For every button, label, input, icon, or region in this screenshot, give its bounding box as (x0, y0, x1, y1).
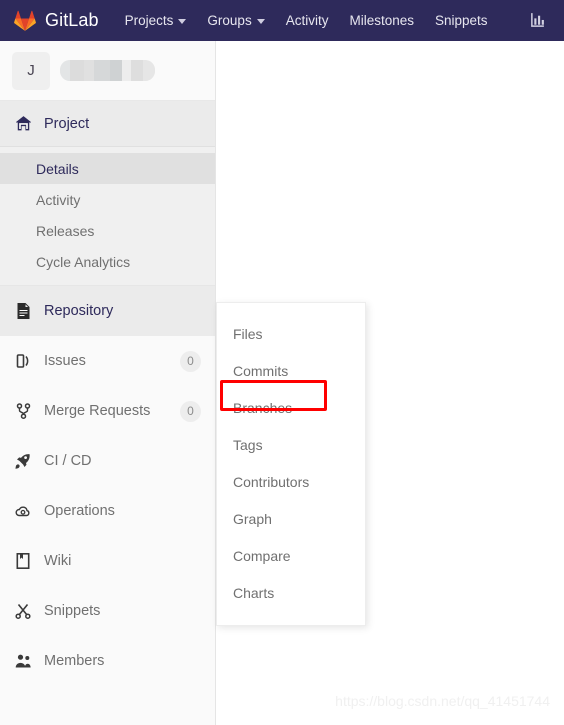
repository-flyout-menu: Files Commits Branches Tags Contributors… (216, 302, 366, 626)
gitlab-tanuki-logo-icon (14, 10, 36, 31)
sidebar-item-repository[interactable]: Repository (0, 286, 215, 336)
project-sidebar: J Project Details Activity Releases Cycl… (0, 41, 216, 725)
nav-link-projects-label: Projects (124, 13, 174, 28)
nav-link-groups-label: Groups (207, 13, 252, 28)
nav-link-projects[interactable]: Projects (125, 13, 187, 28)
issues-count-badge: 0 (180, 350, 201, 372)
project-avatar: J (12, 51, 50, 90)
flyout-item-compare[interactable]: Compare (217, 537, 365, 574)
sidebar-item-ci-cd-label: CI / CD (44, 453, 92, 469)
sidebar-item-wiki-label: Wiki (44, 553, 72, 569)
sidebar-item-members-label: Members (44, 653, 105, 669)
project-name-redacted (60, 60, 155, 81)
sidebar-item-issues[interactable]: Issues 0 (0, 336, 215, 386)
nav-link-milestones[interactable]: Milestones (349, 13, 414, 28)
brand-name-label: GitLab (45, 10, 99, 30)
chevron-down-icon (256, 19, 265, 24)
nav-link-groups[interactable]: Groups (207, 13, 265, 28)
flyout-item-branches[interactable]: Branches (217, 389, 365, 426)
sidebar-item-wiki[interactable]: Wiki (0, 536, 215, 586)
top-navbar: GitLab Projects Groups Activity Mileston… (0, 0, 564, 41)
users-icon (14, 652, 32, 670)
scissors-icon (14, 602, 32, 620)
sidebar-item-project[interactable]: Project (0, 101, 215, 147)
watermark-text: https://blog.csdn.net/qq_41451744 (335, 693, 550, 709)
gitlab-app-window: GitLab Projects Groups Activity Mileston… (0, 0, 564, 725)
document-icon (14, 302, 32, 320)
navbar-links: Projects Groups Activity Milestones Snip… (125, 12, 546, 29)
sidebar-item-merge-requests[interactable]: Merge Requests 0 (0, 386, 215, 436)
sidebar-item-ci-cd[interactable]: CI / CD (0, 436, 215, 486)
sidebar-subitem-releases[interactable]: Releases (0, 215, 215, 246)
nav-link-snippets[interactable]: Snippets (435, 13, 488, 28)
flyout-item-graph[interactable]: Graph (217, 500, 365, 537)
home-icon (14, 115, 32, 133)
sidebar-item-members[interactable]: Members (0, 636, 215, 686)
gitlab-brand[interactable]: GitLab (14, 10, 99, 31)
flyout-item-contributors[interactable]: Contributors (217, 463, 365, 500)
merge-requests-count-badge: 0 (180, 400, 201, 422)
sidebar-subitem-activity[interactable]: Activity (0, 184, 215, 215)
bar-chart-icon (530, 13, 544, 27)
chevron-down-icon (178, 19, 187, 24)
sidebar-item-operations[interactable]: Operations (0, 486, 215, 536)
sidebar-subitem-cycle-analytics[interactable]: Cycle Analytics (0, 246, 215, 277)
sidebar-item-operations-label: Operations (44, 503, 115, 519)
cloud-gear-icon (14, 502, 32, 520)
sidebar-subitem-details[interactable]: Details (0, 153, 215, 184)
sidebar-project-header[interactable]: J (0, 41, 215, 101)
sidebar-item-snippets[interactable]: Snippets (0, 586, 215, 636)
sidebar-project-submenu: Details Activity Releases Cycle Analytic… (0, 147, 215, 286)
flyout-item-files[interactable]: Files (217, 315, 365, 352)
sidebar-item-issues-label: Issues (44, 353, 86, 369)
book-icon (14, 552, 32, 570)
issues-icon (14, 352, 32, 370)
merge-request-icon (14, 402, 32, 420)
flyout-item-commits[interactable]: Commits (217, 352, 365, 389)
nav-link-activity[interactable]: Activity (286, 13, 329, 28)
sidebar-item-merge-requests-label: Merge Requests (44, 403, 151, 419)
sidebar-item-snippets-label: Snippets (44, 603, 101, 619)
rocket-icon (14, 452, 32, 470)
sidebar-item-repository-label: Repository (44, 303, 114, 319)
analytics-button[interactable] (529, 12, 546, 29)
flyout-item-tags[interactable]: Tags (217, 426, 365, 463)
sidebar-item-project-label: Project (44, 115, 90, 132)
flyout-item-charts[interactable]: Charts (217, 574, 365, 611)
